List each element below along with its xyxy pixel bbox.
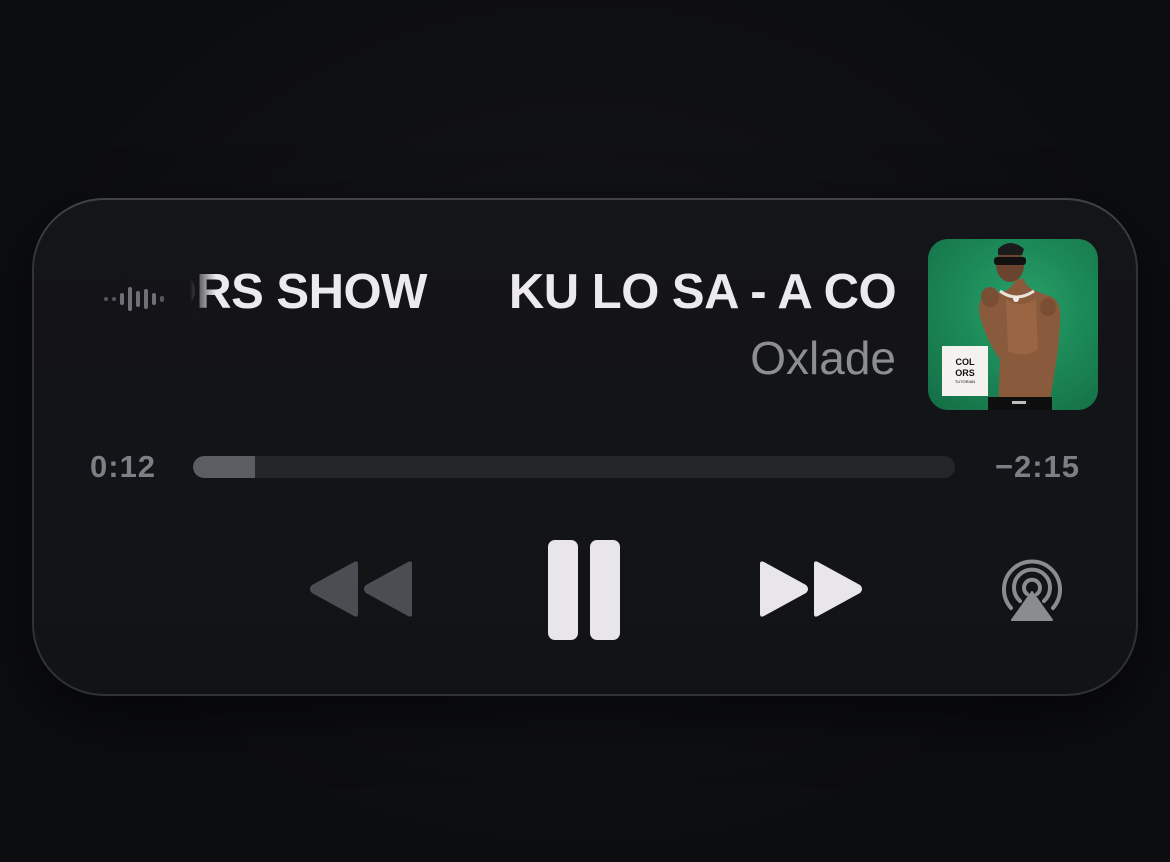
rewind-icon xyxy=(310,561,412,617)
now-playing-card: KU LO SA - A COLORS SHOW KU LO SA - A COL… xyxy=(32,198,1138,696)
airplay-button[interactable] xyxy=(998,558,1066,622)
progress-scrubber[interactable] xyxy=(193,456,955,478)
rewind-button[interactable] xyxy=(306,558,414,620)
progress-fill xyxy=(193,456,256,478)
screen-background: KU LO SA - A COLORS SHOW KU LO SA - A COL… xyxy=(0,0,1170,862)
fast-forward-icon xyxy=(760,561,862,617)
song-title-marquee: KU LO SA - A COLORS SHOW KU LO SA - A COL… xyxy=(190,258,896,326)
pause-icon xyxy=(548,540,620,640)
fast-forward-button[interactable] xyxy=(758,558,866,620)
song-title-repeat: KU LO SA - A COLORS SHOW xyxy=(508,265,896,319)
audio-waveform-icon xyxy=(104,284,164,314)
pause-button[interactable] xyxy=(546,540,622,640)
song-title: KU LO SA - A COLORS SHOW xyxy=(190,265,427,319)
remaining-time: −2:15 xyxy=(994,449,1080,484)
airplay-icon xyxy=(1002,559,1062,621)
elapsed-time: 0:12 xyxy=(90,449,157,484)
colors-logo: COL ORS TUTORIAN xyxy=(942,346,988,396)
album-art[interactable]: COL ORS TUTORIAN xyxy=(928,239,1098,410)
artist-name[interactable]: Oxlade xyxy=(750,328,896,388)
marquee-fade xyxy=(190,258,216,326)
